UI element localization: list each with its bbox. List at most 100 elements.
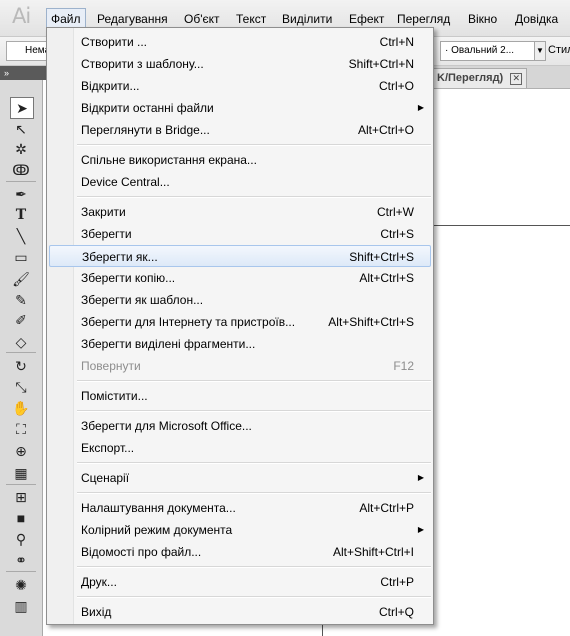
- toolbox-header[interactable]: »: [0, 66, 46, 80]
- menu-help[interactable]: Довідка: [511, 9, 562, 29]
- brush-definition-select[interactable]: · Овальний 2...: [440, 41, 536, 61]
- eraser-tool-icon[interactable]: ◇: [10, 332, 32, 352]
- menu-item[interactable]: Зберегти як шаблон...: [47, 289, 433, 311]
- menu-separator: [77, 196, 431, 198]
- document-tab[interactable]: K/Перегляд) ✕: [432, 68, 528, 88]
- file-menu: Створити ... Ctrl+N Створити з шаблону... S…: [46, 27, 434, 625]
- pencil-tool-icon[interactable]: ✎: [10, 290, 32, 310]
- toolbox: ➤ ↖ ✲ ↂ ✒ T ╲ ▭ 🖌 ✎ ✐ ◇ ↻ ⤡ ✋ ⛶ ⊕ ▦ ⊞ ■ …: [0, 80, 43, 636]
- submenu-arrow-icon: ▶: [417, 473, 424, 482]
- warp-tool-icon[interactable]: ✋: [10, 398, 32, 418]
- menu-item-shortcut: Alt+Ctrl+O: [357, 123, 414, 137]
- menu-separator: [77, 462, 431, 464]
- symbol-sprayer-tool-icon[interactable]: ✺: [10, 575, 32, 595]
- submenu-arrow-icon: ▶: [417, 103, 424, 112]
- direct-selection-tool-icon[interactable]: ↖: [10, 119, 32, 139]
- menu-item-shortcut: Ctrl+O: [378, 79, 414, 93]
- menu-item[interactable]: Створити з шаблону... Shift+Ctrl+N: [47, 53, 433, 75]
- menu-view[interactable]: Перегляд: [393, 9, 454, 29]
- menu-item[interactable]: Закрити Ctrl+W: [47, 201, 433, 223]
- menu-item-label: Зберегти копію...: [81, 271, 176, 285]
- menu-item[interactable]: Друк... Ctrl+P: [47, 571, 433, 593]
- column-graph-tool-icon[interactable]: ▥: [10, 596, 32, 616]
- menu-item-shortcut: Alt+Shift+Ctrl+S: [328, 315, 414, 329]
- blend-tool-icon[interactable]: ⚭: [10, 550, 32, 570]
- menu-item-label: Колірний режим документа: [81, 523, 233, 537]
- menu-separator: [77, 144, 431, 146]
- close-icon[interactable]: ✕: [510, 73, 523, 85]
- rotate-tool-icon[interactable]: ↻: [10, 356, 32, 376]
- menu-item-shortcut: Ctrl+S: [380, 227, 414, 241]
- menu-item[interactable]: Зберегти виділені фрагменти...: [47, 333, 433, 355]
- menu-item-shortcut: Ctrl+P: [380, 575, 414, 589]
- menu-edit[interactable]: Редагування: [93, 9, 172, 29]
- menu-item[interactable]: Відкрити останні файли ▶: [47, 97, 433, 119]
- menu-item-label: Закрити: [81, 205, 126, 219]
- submenu-arrow-icon: ▶: [417, 525, 424, 534]
- menu-item-label: Зберегти для Microsoft Office...: [81, 419, 252, 433]
- menu-item[interactable]: Експорт...: [47, 437, 433, 459]
- menu-item[interactable]: Зберегти для Інтернету та пристроїв... Al…: [47, 311, 433, 333]
- menu-item[interactable]: Створити ... Ctrl+N: [47, 31, 433, 53]
- selection-tool-icon[interactable]: ➤: [10, 97, 34, 119]
- line-tool-icon[interactable]: ╲: [10, 226, 32, 246]
- gradient-tool-icon[interactable]: ■: [10, 508, 32, 528]
- menu-window[interactable]: Вікно: [464, 9, 501, 29]
- menu-item[interactable]: Помістити...: [47, 385, 433, 407]
- menu-item[interactable]: Зберегти копію... Alt+Ctrl+S: [47, 267, 433, 289]
- menu-effect[interactable]: Ефект: [345, 9, 388, 29]
- menu-item-shortcut: Alt+Ctrl+S: [359, 271, 414, 285]
- menu-item[interactable]: Налаштування документа... Alt+Ctrl+P: [47, 497, 433, 519]
- type-tool-icon[interactable]: T: [10, 205, 32, 225]
- menu-item-label: Відкрити...: [81, 79, 140, 93]
- eyedropper-tool-icon[interactable]: ⚲: [10, 529, 32, 549]
- menu-item-label: Відкрити останні файли: [81, 101, 214, 115]
- menu-item[interactable]: Відкрити... Ctrl+O: [47, 75, 433, 97]
- style-label: Стил: [548, 44, 570, 56]
- menu-item-label: Вихід: [81, 605, 112, 619]
- menu-item-label: Помістити...: [81, 389, 148, 403]
- menu-item[interactable]: Device Central...: [47, 171, 433, 193]
- menu-item[interactable]: Відомості про файл... Alt+Shift+Ctrl+I: [47, 541, 433, 563]
- shape-builder-tool-icon[interactable]: ⊕: [10, 441, 32, 461]
- chevron-down-icon[interactable]: ▼: [534, 41, 546, 61]
- menu-item-shortcut: Alt+Ctrl+P: [359, 501, 414, 515]
- menu-separator: [77, 596, 431, 598]
- pen-tool-icon[interactable]: ✒: [10, 184, 32, 204]
- menu-item[interactable]: Переглянути в Bridge... Alt+Ctrl+O: [47, 119, 433, 141]
- menu-item-label: Створити ...: [81, 35, 147, 49]
- document-tab-title: K/Перегляд): [437, 72, 504, 84]
- menu-item-label: Повернути: [81, 359, 141, 373]
- menu-separator: [77, 566, 431, 568]
- menu-item-label: Зберегти: [81, 227, 132, 241]
- menu-item-label: Зберегти виділені фрагменти...: [81, 337, 256, 351]
- menu-item[interactable]: Зберегти для Microsoft Office...: [47, 415, 433, 437]
- menu-select[interactable]: Виділити: [278, 9, 336, 29]
- menu-item-shortcut: Ctrl+N: [379, 35, 414, 49]
- menu-item[interactable]: Колірний режим документа ▶: [47, 519, 433, 541]
- menu-item-shortcut: Shift+Ctrl+S: [349, 250, 414, 264]
- perspective-grid-tool-icon[interactable]: ▦: [10, 463, 32, 483]
- paintbrush-tool-icon[interactable]: 🖌: [10, 269, 32, 289]
- menu-item-label: Експорт...: [81, 441, 135, 455]
- free-transform-tool-icon[interactable]: ⛶: [10, 419, 32, 439]
- magic-wand-tool-icon[interactable]: ✲: [10, 139, 32, 159]
- menu-item[interactable]: Вихід Ctrl+Q: [47, 601, 433, 623]
- lasso-tool-icon[interactable]: ↂ: [10, 160, 32, 180]
- menu-separator: [77, 492, 431, 494]
- menu-file[interactable]: Файл: [46, 8, 86, 29]
- menu-item-label: Device Central...: [81, 175, 170, 189]
- menu-item-shortcut: Ctrl+Q: [378, 605, 414, 619]
- mesh-tool-icon[interactable]: ⊞: [10, 487, 32, 507]
- menu-item[interactable]: Зберегти Ctrl+S: [47, 223, 433, 245]
- artboard-edge: [433, 225, 570, 226]
- menu-item-label: Зберегти як...: [82, 250, 158, 264]
- scale-tool-icon[interactable]: ⤡: [10, 377, 32, 397]
- menu-item[interactable]: Зберегти як... Shift+Ctrl+S: [49, 245, 431, 267]
- menu-item[interactable]: Спільне використання екрана...: [47, 149, 433, 171]
- menu-object[interactable]: Об'єкт: [180, 9, 224, 29]
- rectangle-tool-icon[interactable]: ▭: [10, 247, 32, 267]
- menu-type[interactable]: Текст: [232, 9, 270, 29]
- menu-item[interactable]: Сценарії ▶: [47, 467, 433, 489]
- blob-brush-tool-icon[interactable]: ✐: [10, 310, 32, 330]
